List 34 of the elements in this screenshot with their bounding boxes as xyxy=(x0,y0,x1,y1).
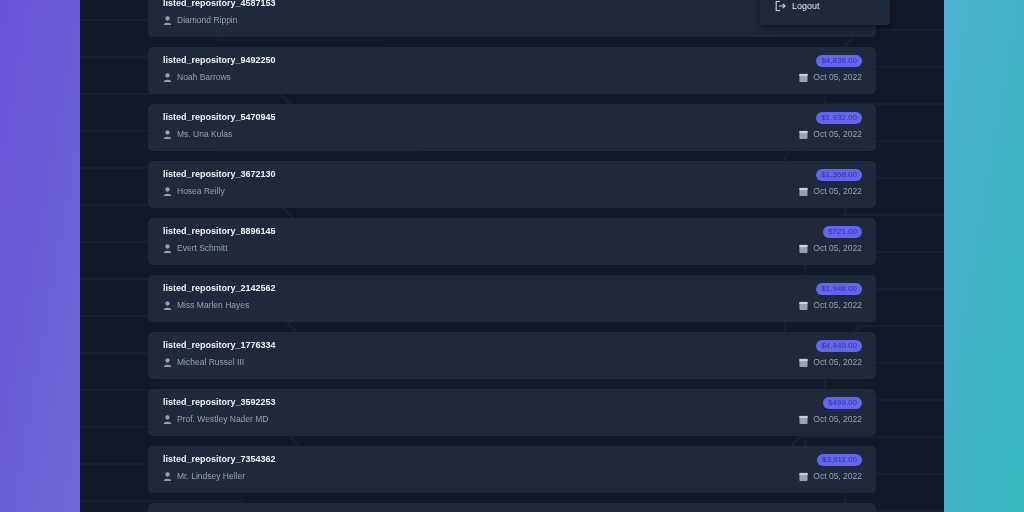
date-text: Oct 05, 2022 xyxy=(813,72,862,83)
price-badge: $1,932.00 xyxy=(816,112,862,124)
owner-name: Prof. Westley Nader MD xyxy=(177,414,269,425)
date-text: Oct 05, 2022 xyxy=(813,471,862,482)
owner-name: Miss Marlen Hayes xyxy=(177,300,250,311)
price-badge: $4,838.00 xyxy=(816,55,862,67)
date-text: Oct 05, 2022 xyxy=(813,129,862,140)
repository-name: listed_repository_3672130 xyxy=(163,169,276,180)
repository-name: listed_repository_2142562 xyxy=(163,283,276,294)
owner-name: Evert Schmitt xyxy=(177,243,228,254)
repository-name: listed_repository_4587153 xyxy=(163,0,276,9)
repository-name: listed_repository_9492250 xyxy=(163,55,276,66)
repository-name: listed_repository_1776334 xyxy=(163,340,276,351)
repository-name: listed_repository_8896145 xyxy=(163,226,276,237)
date-text: Oct 05, 2022 xyxy=(813,300,862,311)
price-badge: $4,449.00 xyxy=(816,340,862,352)
owner-name: Hosea Reilly xyxy=(177,186,225,197)
repository-name: listed_repository_7354362 xyxy=(163,454,276,465)
price-badge: $499.00 xyxy=(823,397,862,409)
date-text: Oct 05, 2022 xyxy=(813,186,862,197)
repository-name: listed_repository_3592253 xyxy=(163,397,276,408)
repository-name: listed_repository_5470945 xyxy=(163,112,276,123)
price-badge: $1,948.00 xyxy=(816,283,862,295)
date-text: Oct 05, 2022 xyxy=(813,243,862,254)
price-badge: $721.00 xyxy=(823,226,862,238)
owner-name: Micheal Russel III xyxy=(177,357,245,368)
price-badge: $1,368.00 xyxy=(816,169,862,181)
owner-name: Ms. Una Kulas xyxy=(177,129,233,140)
owner-name: Diamond Rippin xyxy=(177,15,238,26)
owner-name: Noah Barrows xyxy=(177,72,231,83)
date-text: Oct 05, 2022 xyxy=(813,357,862,368)
price-badge: $3,911.00 xyxy=(817,454,862,466)
owner-name: Mr. Lindsey Heller xyxy=(177,471,246,482)
date-text: Oct 05, 2022 xyxy=(813,414,862,425)
